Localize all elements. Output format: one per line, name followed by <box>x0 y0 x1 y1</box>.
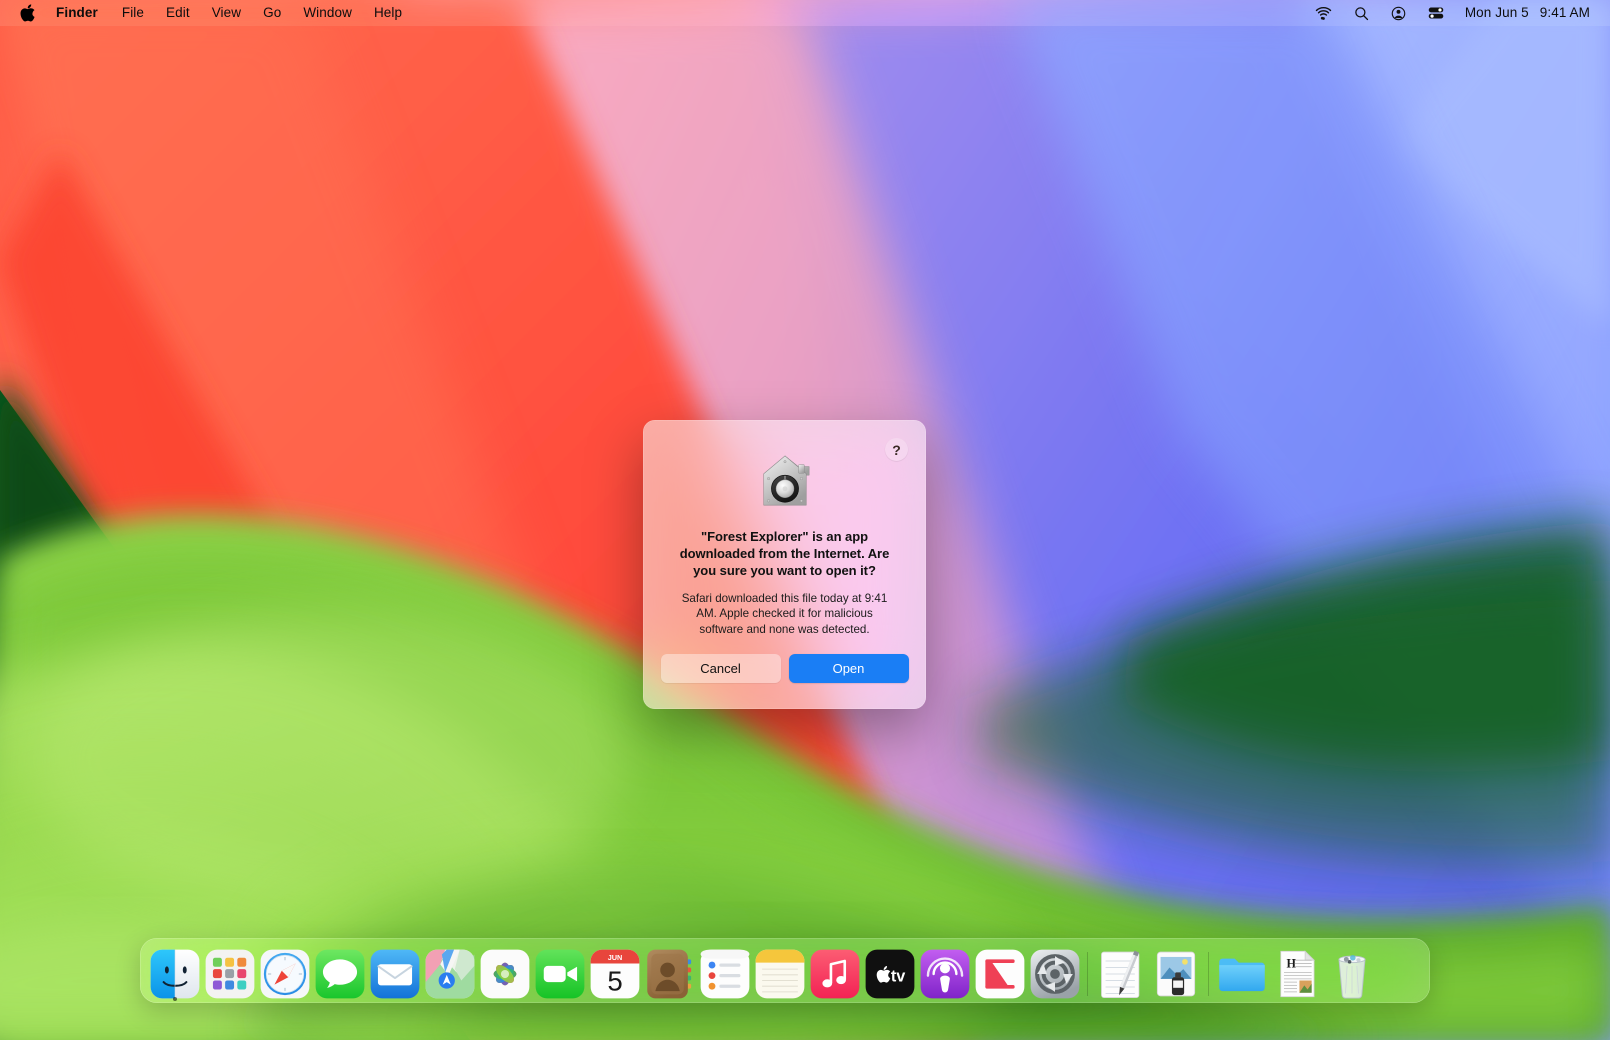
dock-item-trash[interactable] <box>1324 938 1379 1000</box>
dock-item-calendar[interactable]: JUN 5 <box>587 938 642 1000</box>
house-safe-icon <box>756 452 814 510</box>
menu-bar-date[interactable]: Mon Jun 5 <box>1455 0 1530 26</box>
dock-item-mail[interactable] <box>367 938 422 1000</box>
dock-item-finder[interactable] <box>147 938 202 1000</box>
menu-item-window[interactable]: Window <box>292 0 363 26</box>
toggles-icon[interactable] <box>1417 0 1455 26</box>
menu-bar-status-area: Mon Jun 5 9:41 AM <box>1304 0 1610 26</box>
dialog-title: "Forest Explorer" is an app downloaded f… <box>669 528 900 580</box>
menu-item-view[interactable]: View <box>201 0 252 26</box>
menu-bar: Finder File Edit View Go Window Help <box>0 0 1610 26</box>
dock-item-appletv[interactable]: tv <box>862 938 917 1000</box>
dock-item-maps[interactable] <box>422 938 477 1000</box>
dock-item-photos[interactable] <box>477 938 532 1000</box>
running-indicator <box>173 997 177 1001</box>
menu-bar-time[interactable]: 9:41 AM <box>1530 0 1596 26</box>
dock-item-contacts[interactable] <box>642 938 697 1000</box>
dock-item-reminders[interactable] <box>697 938 752 1000</box>
dock-item-news[interactable] <box>972 938 1027 1000</box>
dock-item-downloads-folder[interactable] <box>1214 938 1269 1000</box>
menu-item-app-name[interactable]: Finder <box>47 0 111 26</box>
dock-item-safari[interactable] <box>257 938 312 1000</box>
dock-item-facetime[interactable] <box>532 938 587 1000</box>
open-button[interactable]: Open <box>789 654 909 683</box>
svg-text:tv: tv <box>890 967 904 985</box>
menu-item-help[interactable]: Help <box>363 0 413 26</box>
wifi-icon[interactable] <box>1304 0 1343 26</box>
calendar-day-label: 5 <box>607 965 622 996</box>
gatekeeper-dialog: "Forest Explorer" is an app downloaded f… <box>643 420 926 709</box>
menu-bar-left: Finder File Edit View Go Window Help <box>0 0 413 26</box>
dock-item-launchpad[interactable] <box>202 938 257 1000</box>
dock-item-messages[interactable] <box>312 938 367 1000</box>
dock-item-document-file[interactable]: H <box>1269 938 1324 1000</box>
dock-item-notes[interactable] <box>752 938 807 1000</box>
dock-item-system-settings[interactable] <box>1027 938 1082 1000</box>
dock-item-preview[interactable] <box>1148 938 1203 1000</box>
dialog-button-row: Cancel Open <box>660 654 909 683</box>
control-center-icon[interactable] <box>1380 0 1417 26</box>
search-icon[interactable] <box>1343 0 1380 26</box>
dock-item-textedit[interactable] <box>1093 938 1148 1000</box>
dock: JUN 5 <box>140 938 1430 1003</box>
menu-item-file[interactable]: File <box>111 0 155 26</box>
dock-item-podcasts[interactable] <box>917 938 972 1000</box>
apple-logo-icon[interactable] <box>15 0 47 26</box>
cancel-button[interactable]: Cancel <box>661 654 781 683</box>
calendar-month-label: JUN <box>607 953 622 962</box>
menu-item-edit[interactable]: Edit <box>155 0 201 26</box>
menu-item-go[interactable]: Go <box>252 0 292 26</box>
help-button[interactable]: ? <box>885 438 908 461</box>
dock-separator-2 <box>1203 948 1214 1000</box>
dialog-message: Safari downloaded this file today at 9:4… <box>675 591 895 638</box>
dock-item-music[interactable] <box>807 938 862 1000</box>
dock-separator-1 <box>1082 948 1093 1000</box>
